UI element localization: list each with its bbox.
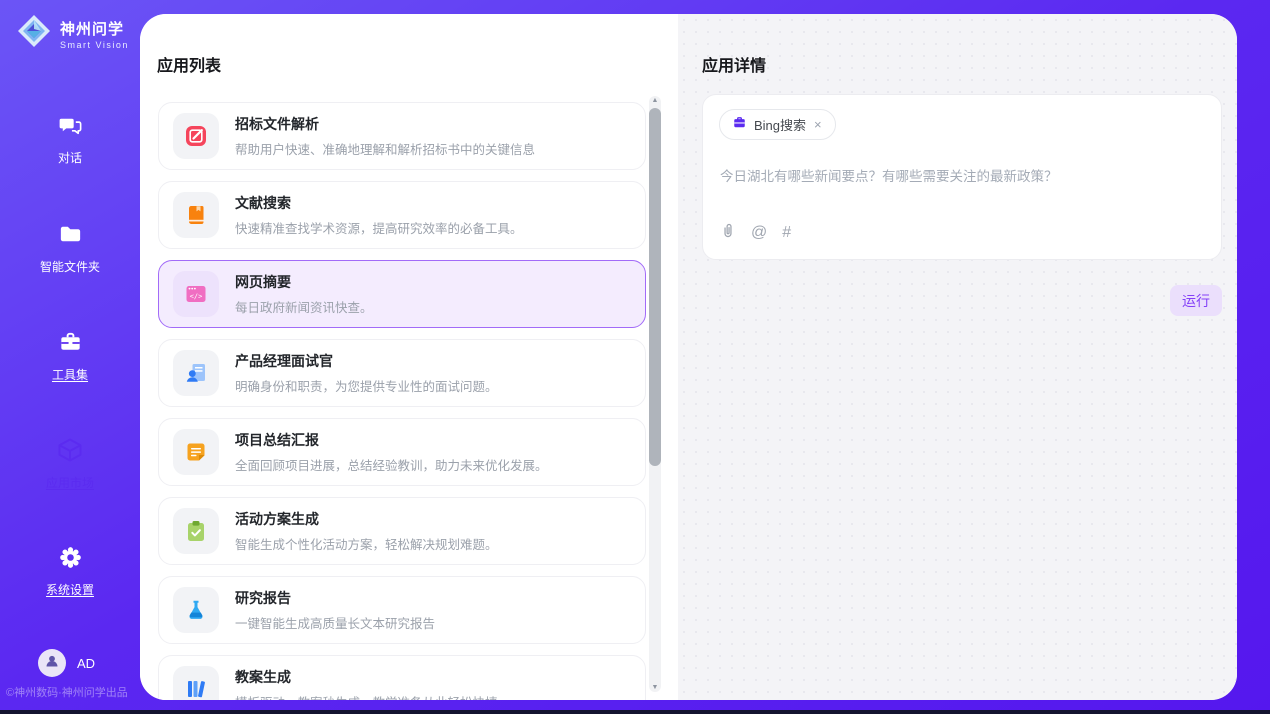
- brand: 神州问学 Smart Vision: [16, 13, 129, 54]
- sidebar-item-label: 智能文件夹: [0, 258, 140, 275]
- app-list-item[interactable]: 教案生成 模板驱动，教案秒生成，教学准备从此轻松快捷: [158, 655, 646, 700]
- diamond-logo-icon: [16, 13, 52, 54]
- bottom-bar: [0, 710, 1270, 714]
- app-window: 神州问学 Smart Vision 对话 智能文件夹: [0, 0, 1270, 714]
- app-title: 网页摘要: [235, 272, 373, 292]
- close-icon[interactable]: ×: [813, 118, 823, 131]
- folder-icon: [57, 221, 84, 253]
- edit-document-icon: [173, 113, 219, 159]
- scrollbar[interactable]: ▲ ▼: [649, 96, 661, 692]
- scrollbar-thumb[interactable]: [649, 108, 661, 466]
- app-list-title: 应用列表: [157, 52, 221, 76]
- sidebar: 神州问学 Smart Vision 对话 智能文件夹: [0, 0, 140, 714]
- sidebar-item-label: 系统设置: [0, 581, 140, 598]
- tool-chip-label: Bing搜索: [754, 115, 806, 134]
- app-description: 每日政府新闻资讯快查。: [235, 297, 373, 316]
- app-list: 招标文件解析 帮助用户快速、准确地理解和解析招标书中的关键信息: [158, 88, 646, 700]
- tool-chip-bing-search[interactable]: Bing搜索 ×: [719, 109, 836, 140]
- app-detail-panel: 应用详情 Bing搜索 × 今日湖北有哪些新闻要点？有哪些需要关注的最新政策？: [678, 14, 1237, 700]
- run-button[interactable]: 运行: [1170, 285, 1222, 316]
- app-list-item[interactable]: 招标文件解析 帮助用户快速、准确地理解和解析招标书中的关键信息: [158, 102, 646, 170]
- app-title: 活动方案生成: [235, 509, 498, 529]
- app-title: 招标文件解析: [235, 114, 535, 134]
- query-text[interactable]: 今日湖北有哪些新闻要点？有哪些需要关注的最新政策？: [720, 165, 1205, 185]
- sidebar-item-chat[interactable]: 对话: [0, 112, 140, 166]
- app-list-item[interactable]: 文献搜索 快速精准查找学术资源，提高研究效率的必备工具。: [158, 181, 646, 249]
- books-icon: [173, 666, 219, 700]
- sidebar-item-smart-folder[interactable]: 智能文件夹: [0, 221, 140, 275]
- clipboard-check-icon: [173, 508, 219, 554]
- sidebar-item-toolset[interactable]: 工具集: [0, 329, 140, 383]
- app-title: 研究报告: [235, 588, 435, 608]
- app-title: 产品经理面试官: [235, 351, 498, 371]
- chat-icon: [57, 112, 84, 144]
- hash-icon[interactable]: #: [782, 224, 791, 242]
- app-description: 明确身份和职责，为您提供专业性的面试问题。: [235, 376, 498, 395]
- svg-text:</>: </>: [190, 293, 203, 301]
- sidebar-item-label: 应用市场: [0, 474, 140, 491]
- briefcase-icon: [732, 115, 747, 135]
- book-icon: [173, 192, 219, 238]
- app-description: 智能生成个性化活动方案，轻松解决规划难题。: [235, 534, 498, 553]
- app-list-item[interactable]: 项目总结汇报 全面回顾项目进展，总结经验教训，助力未来优化发展。: [158, 418, 646, 486]
- app-list-item[interactable]: 研究报告 一键智能生成高质量长文本研究报告: [158, 576, 646, 644]
- person-icon: [43, 652, 61, 675]
- browser-code-icon: </>: [173, 271, 219, 317]
- sidebar-item-label: 工具集: [0, 366, 140, 383]
- brand-name: 神州问学: [60, 21, 124, 38]
- research-icon: [173, 587, 219, 633]
- content-area: 应用列表 招标文件解析 帮助用户快速、准确地理: [140, 14, 1237, 700]
- app-list-item[interactable]: 产品经理面试官 明确身份和职责，为您提供专业性的面试问题。: [158, 339, 646, 407]
- sidebar-item-settings[interactable]: 系统设置: [0, 544, 140, 598]
- app-list-panel: 应用列表 招标文件解析 帮助用户快速、准确地理: [140, 14, 678, 700]
- app-title: 项目总结汇报: [235, 430, 548, 450]
- avatar: [38, 649, 66, 677]
- interviewer-icon: [173, 350, 219, 396]
- copyright-text: ©神州数码·神州问学出品: [6, 684, 128, 700]
- mention-icon[interactable]: @: [751, 224, 767, 242]
- app-description: 帮助用户快速、准确地理解和解析招标书中的关键信息: [235, 139, 535, 158]
- app-list-item[interactable]: 活动方案生成 智能生成个性化活动方案，轻松解决规划难题。: [158, 497, 646, 565]
- attachment-icon[interactable]: [720, 221, 736, 244]
- app-description: 快速精准查找学术资源，提高研究效率的必备工具。: [235, 218, 523, 237]
- user-account[interactable]: AD: [38, 649, 95, 677]
- app-title: 文献搜索: [235, 193, 523, 213]
- cube-icon: [56, 436, 84, 469]
- app-description: 全面回顾项目进展，总结经验教训，助力未来优化发展。: [235, 455, 548, 474]
- sidebar-item-label: 对话: [0, 149, 140, 166]
- scroll-up-icon[interactable]: ▲: [649, 97, 661, 104]
- app-title: 教案生成: [235, 667, 498, 687]
- sidebar-item-app-market[interactable]: 应用市场: [0, 436, 140, 491]
- app-list-item-selected[interactable]: </> 网页摘要 每日政府新闻资讯快查。: [158, 260, 646, 328]
- input-toolbar: @ #: [720, 221, 791, 244]
- app-detail-title: 应用详情: [702, 52, 766, 76]
- app-description: 模板驱动，教案秒生成，教学准备从此轻松快捷: [235, 692, 498, 700]
- user-name: AD: [77, 656, 95, 671]
- prompt-input-card[interactable]: Bing搜索 × 今日湖北有哪些新闻要点？有哪些需要关注的最新政策？ @ #: [702, 94, 1222, 260]
- scroll-down-icon[interactable]: ▼: [649, 684, 661, 691]
- gear-icon: [57, 544, 84, 576]
- report-note-icon: [173, 429, 219, 475]
- brand-subtitle: Smart Vision: [60, 40, 129, 50]
- toolbox-icon: [57, 329, 84, 361]
- app-description: 一键智能生成高质量长文本研究报告: [235, 613, 435, 632]
